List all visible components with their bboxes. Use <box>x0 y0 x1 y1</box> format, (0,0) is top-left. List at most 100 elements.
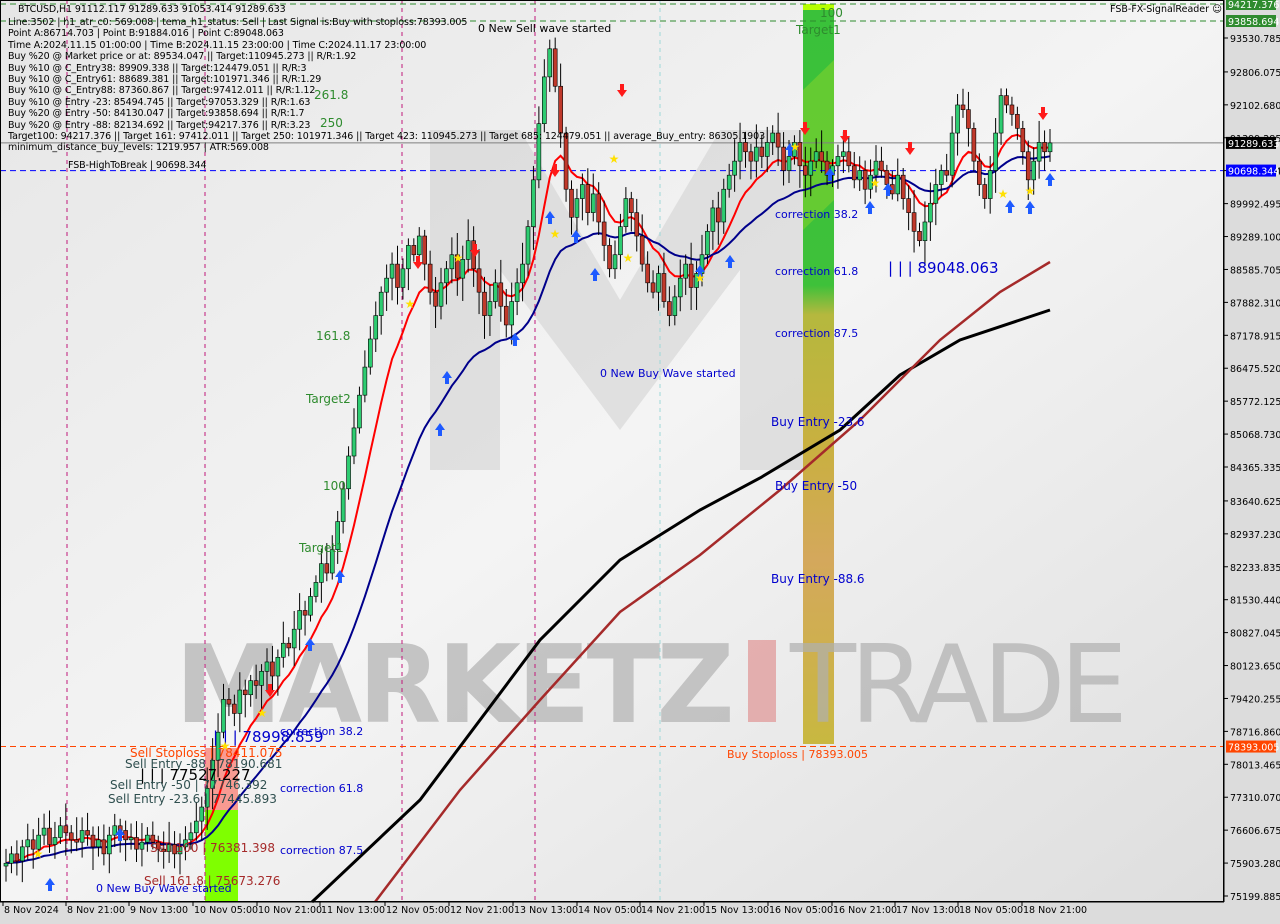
candle[interactable] <box>422 235 427 265</box>
candle[interactable] <box>313 582 319 597</box>
candle[interactable] <box>558 85 563 134</box>
candle[interactable] <box>531 179 536 227</box>
candle[interactable] <box>851 165 857 181</box>
candle[interactable] <box>411 245 417 256</box>
candle[interactable] <box>721 188 727 223</box>
candle[interactable] <box>569 188 574 218</box>
candle[interactable] <box>955 104 960 134</box>
candle[interactable] <box>433 291 438 307</box>
candle[interactable] <box>873 160 879 176</box>
candle[interactable] <box>384 277 389 293</box>
candle[interactable] <box>966 109 971 129</box>
candle[interactable] <box>324 563 330 574</box>
candle[interactable] <box>188 832 194 841</box>
candle[interactable] <box>754 146 759 162</box>
candle[interactable] <box>340 488 346 522</box>
candle[interactable] <box>248 680 253 696</box>
candle[interactable] <box>41 827 47 836</box>
candle[interactable] <box>107 834 112 855</box>
candle[interactable] <box>846 151 852 167</box>
candle[interactable] <box>786 156 792 171</box>
candle[interactable] <box>808 160 814 176</box>
candle[interactable] <box>346 455 351 490</box>
candle[interactable] <box>128 837 134 841</box>
candle[interactable] <box>906 198 911 213</box>
candle[interactable] <box>134 837 139 850</box>
candle[interactable] <box>1020 128 1026 153</box>
candle[interactable] <box>85 830 90 836</box>
candle[interactable] <box>482 291 487 316</box>
candle[interactable] <box>362 366 368 396</box>
candle[interactable] <box>547 48 553 78</box>
chart-window[interactable]: MARKETZ TRADE 0 New Sell wave started 0 N… <box>0 0 1280 920</box>
candle[interactable] <box>525 226 531 265</box>
candle[interactable] <box>813 151 819 162</box>
candle[interactable] <box>987 170 993 199</box>
candle[interactable] <box>982 184 988 199</box>
candle[interactable] <box>977 160 982 185</box>
candle[interactable] <box>14 853 20 862</box>
candle[interactable] <box>286 642 292 649</box>
candle[interactable] <box>623 198 629 227</box>
candle[interactable] <box>656 273 661 293</box>
candle[interactable] <box>90 834 96 848</box>
candle[interactable] <box>63 825 69 834</box>
candle[interactable] <box>911 212 917 232</box>
candle[interactable] <box>427 263 433 293</box>
candle[interactable] <box>835 156 841 167</box>
candle[interactable] <box>20 846 25 862</box>
candle[interactable] <box>650 282 656 293</box>
candle[interactable] <box>895 174 901 195</box>
candle[interactable] <box>1036 142 1042 162</box>
candle[interactable] <box>596 193 601 223</box>
candle[interactable] <box>79 830 85 843</box>
candle[interactable] <box>264 661 270 672</box>
candle[interactable] <box>281 642 286 658</box>
candle[interactable] <box>775 132 781 148</box>
candle[interactable] <box>748 151 754 162</box>
candle[interactable] <box>297 610 302 630</box>
candle[interactable] <box>199 806 205 822</box>
candle[interactable] <box>237 689 243 714</box>
candle[interactable] <box>841 151 846 157</box>
candle[interactable] <box>922 221 928 242</box>
candle[interactable] <box>634 212 640 237</box>
candle[interactable] <box>395 263 400 288</box>
candle[interactable] <box>308 596 313 616</box>
candle[interactable] <box>378 291 384 316</box>
candle[interactable] <box>928 202 933 223</box>
candle[interactable] <box>998 95 1004 134</box>
candle[interactable] <box>514 282 520 302</box>
candle[interactable] <box>68 832 74 841</box>
candle[interactable] <box>759 146 765 157</box>
candle[interactable] <box>661 273 667 302</box>
candle[interactable] <box>949 132 955 176</box>
candle[interactable] <box>47 827 52 845</box>
candle[interactable] <box>1047 142 1053 153</box>
candle[interactable] <box>993 132 998 171</box>
candle[interactable] <box>291 628 297 649</box>
candle[interactable] <box>917 231 922 242</box>
candle[interactable] <box>900 174 906 199</box>
candle[interactable] <box>688 263 694 288</box>
candle[interactable] <box>672 296 678 316</box>
candle[interactable] <box>705 231 710 256</box>
candle[interactable] <box>351 427 357 457</box>
candle[interactable] <box>944 170 949 176</box>
candle[interactable] <box>503 305 509 326</box>
candle[interactable] <box>400 268 406 288</box>
candle[interactable] <box>438 282 444 307</box>
candle[interactable] <box>879 160 884 171</box>
candle[interactable] <box>857 170 862 181</box>
candle[interactable] <box>3 862 9 867</box>
candle[interactable] <box>416 235 422 256</box>
candle[interactable] <box>1015 114 1020 129</box>
candle[interactable] <box>677 277 683 298</box>
candle[interactable] <box>1042 142 1047 153</box>
candle[interactable] <box>389 263 395 279</box>
candle[interactable] <box>1031 160 1036 181</box>
candle[interactable] <box>737 142 743 162</box>
candle[interactable] <box>607 245 612 270</box>
candle[interactable] <box>74 839 79 843</box>
candle[interactable] <box>96 839 101 848</box>
